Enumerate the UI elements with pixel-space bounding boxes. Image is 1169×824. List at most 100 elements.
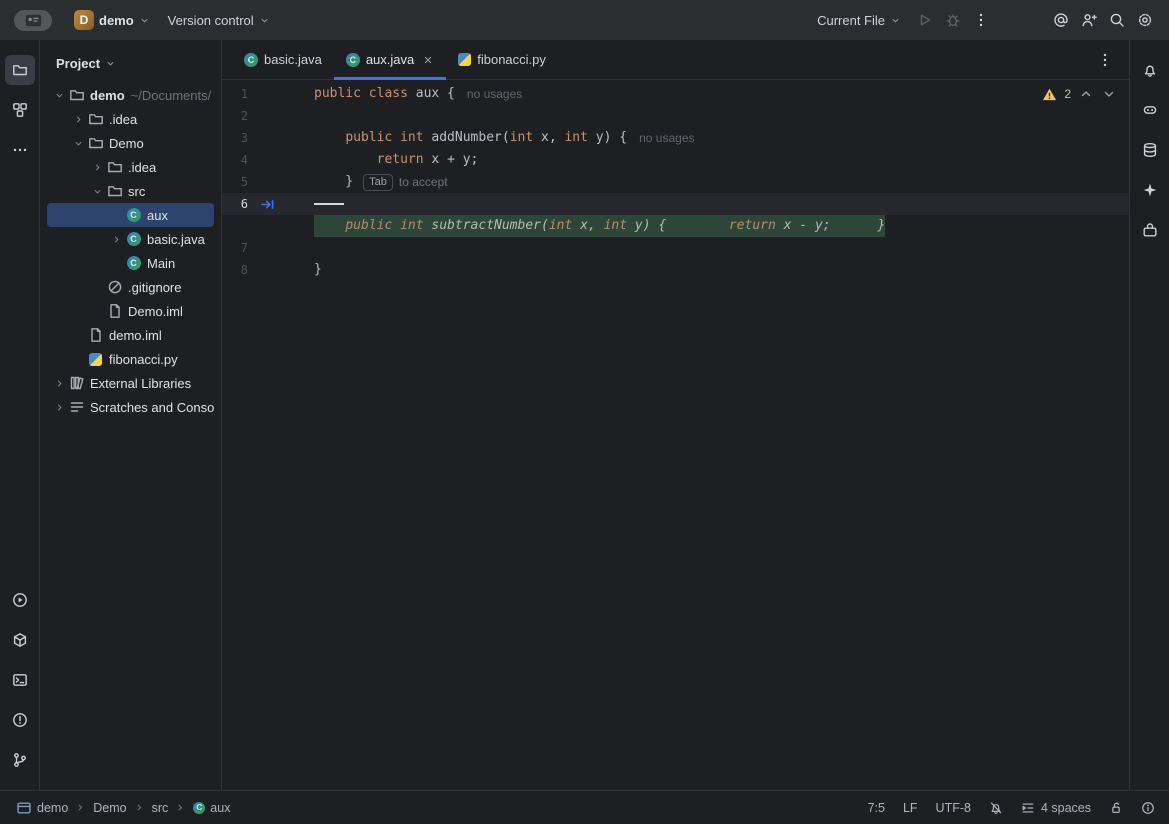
tree-item-basic.java[interactable]: Cbasic.java xyxy=(47,227,214,251)
at-icon xyxy=(1053,12,1069,28)
plugins-icon xyxy=(1142,222,1158,238)
tab-fibonacci.py[interactable]: fibonacci.py xyxy=(446,40,558,79)
tree-item-external-libraries[interactable]: External Libraries xyxy=(47,371,214,395)
breadcrumb-separator-icon xyxy=(75,802,86,813)
chevron-right-icon[interactable] xyxy=(51,375,68,391)
services-tool-button[interactable] xyxy=(5,625,35,655)
tree-item-demo.iml[interactable]: demo.iml xyxy=(47,323,214,347)
version-control-tool-button[interactable] xyxy=(5,745,35,775)
search-everywhere-button[interactable] xyxy=(1103,6,1131,34)
breadcrumb-aux[interactable]: Caux xyxy=(193,801,230,815)
line-text: } xyxy=(314,259,322,281)
chevron-down-icon[interactable] xyxy=(89,183,106,199)
code-line-6[interactable]: 6 xyxy=(222,193,1129,215)
tree-item-aux[interactable]: Caux xyxy=(47,203,214,227)
plugins-tool-button[interactable] xyxy=(1135,215,1165,245)
more-tool-windows-button[interactable] xyxy=(5,135,35,165)
debug-button[interactable] xyxy=(939,6,967,34)
inspections-status-widget[interactable] xyxy=(1141,801,1155,815)
tree-item-.gitignore[interactable]: .gitignore xyxy=(47,275,214,299)
encoding-widget[interactable]: UTF-8 xyxy=(936,801,971,815)
line-text: } xyxy=(314,171,353,193)
readonly-widget[interactable] xyxy=(1109,801,1123,815)
usages-inlay-hint[interactable]: no usages xyxy=(467,83,522,105)
code-line-8[interactable]: 8} xyxy=(222,259,1129,281)
breadcrumb-label: demo xyxy=(37,801,68,815)
inline-suggestion-line[interactable]: public int subtractNumber(int x, int y) … xyxy=(222,215,1129,237)
tree-item-label: Main xyxy=(147,256,175,271)
tree-item-label: Demo.iml xyxy=(128,304,183,319)
code-line-4[interactable]: 4 return x + y; xyxy=(222,149,1129,171)
vcs-widget[interactable]: Version control xyxy=(160,9,278,32)
structure-tool-button[interactable] xyxy=(5,95,35,125)
tree-item-demo[interactable]: demo~/Documents/ xyxy=(47,83,214,107)
inline-completion-gutter-icon[interactable] xyxy=(248,197,278,212)
class-icon: C xyxy=(125,208,142,222)
chevron-down-icon[interactable] xyxy=(51,87,68,103)
tab-key-hint: Tab xyxy=(363,174,393,191)
left-toolbar xyxy=(0,40,40,790)
code-line-3[interactable]: 3 public int addNumber(int x, int y) {no… xyxy=(222,127,1129,149)
breadcrumb-demo[interactable]: demo xyxy=(16,800,68,816)
code-editor[interactable]: 1public class aux {no usages23 public in… xyxy=(222,80,1129,790)
breadcrumb-demo[interactable]: Demo xyxy=(93,801,126,815)
tree-item-.idea[interactable]: .idea xyxy=(47,107,214,131)
tree-item-demo[interactable]: Demo xyxy=(47,131,214,155)
caret-position-widget[interactable]: 7:5 xyxy=(868,801,885,815)
ai-assistant-button[interactable] xyxy=(1135,175,1165,205)
project-tool-button[interactable] xyxy=(5,55,35,85)
project-panel-header[interactable]: Project xyxy=(40,48,221,83)
tree-item-scratches-and-consoles[interactable]: Scratches and Consoles xyxy=(47,395,214,419)
notifications-button[interactable] xyxy=(1135,55,1165,85)
folder-icon xyxy=(12,62,28,78)
tree-item-annotation: ~/Documents/ xyxy=(131,88,212,103)
database-tool-button[interactable] xyxy=(1135,135,1165,165)
indent-widget[interactable]: 4 spaces xyxy=(1021,801,1091,815)
tree-indent xyxy=(108,207,125,223)
breadcrumb-src[interactable]: src xyxy=(152,801,169,815)
code-with-me-button[interactable] xyxy=(1075,6,1103,34)
tree-item-main[interactable]: CMain xyxy=(47,251,214,275)
settings-button[interactable] xyxy=(1131,6,1159,34)
close-tab-icon[interactable] xyxy=(422,54,434,66)
code-line-5[interactable]: 5 }Tabto accept xyxy=(222,171,1129,193)
tree-item-demo.iml[interactable]: Demo.iml xyxy=(47,299,214,323)
problems-tool-button[interactable] xyxy=(5,705,35,735)
tab-aux.java[interactable]: Caux.java xyxy=(334,40,446,79)
run-config-selector[interactable]: Current File xyxy=(809,9,909,32)
chevron-right-icon[interactable] xyxy=(70,111,87,127)
more-actions-button[interactable] xyxy=(967,6,995,34)
vcs-label: Version control xyxy=(168,13,254,28)
code-line-1[interactable]: 1public class aux {no usages xyxy=(222,83,1129,105)
copilot-button[interactable] xyxy=(1135,95,1165,125)
code-line-2[interactable]: 2 xyxy=(222,105,1129,127)
tree-item-label: aux xyxy=(147,208,168,223)
chevron-right-icon[interactable] xyxy=(51,399,68,415)
ai-star-icon xyxy=(1142,182,1158,198)
run-button[interactable] xyxy=(911,6,939,34)
tree-item-src[interactable]: src xyxy=(47,179,214,203)
window-controls[interactable] xyxy=(14,10,52,31)
tab-basic.java[interactable]: Cbasic.java xyxy=(232,40,334,79)
chevron-right-icon[interactable] xyxy=(108,231,125,247)
line-separator-widget[interactable]: LF xyxy=(903,801,918,815)
tree-item-fibonacci.py[interactable]: fibonacci.py xyxy=(47,347,214,371)
chevron-down-icon[interactable] xyxy=(1101,86,1117,102)
chevron-right-icon[interactable] xyxy=(89,159,106,175)
code-line-7[interactable]: 7 xyxy=(222,237,1129,259)
inspections-widget[interactable]: 2 xyxy=(1042,86,1117,102)
usages-inlay-hint[interactable]: no usages xyxy=(639,127,694,149)
run-tool-button[interactable] xyxy=(5,585,35,615)
editor-tabs: Cbasic.javaCaux.javafibonacci.py xyxy=(222,40,1129,80)
line-number: 7 xyxy=(222,237,248,259)
chevron-down-icon[interactable] xyxy=(70,135,87,151)
tab-options-icon[interactable] xyxy=(1097,52,1113,68)
line-number: 1 xyxy=(222,83,248,105)
tree-item-.idea[interactable]: .idea xyxy=(47,155,214,179)
chevron-up-icon[interactable] xyxy=(1078,86,1094,102)
ignored-icon xyxy=(106,279,123,295)
terminal-tool-button[interactable] xyxy=(5,665,35,695)
ai-chat-button[interactable] xyxy=(1047,6,1075,34)
notifications-muted-widget[interactable] xyxy=(989,801,1003,815)
project-selector[interactable]: D demo xyxy=(66,6,158,34)
